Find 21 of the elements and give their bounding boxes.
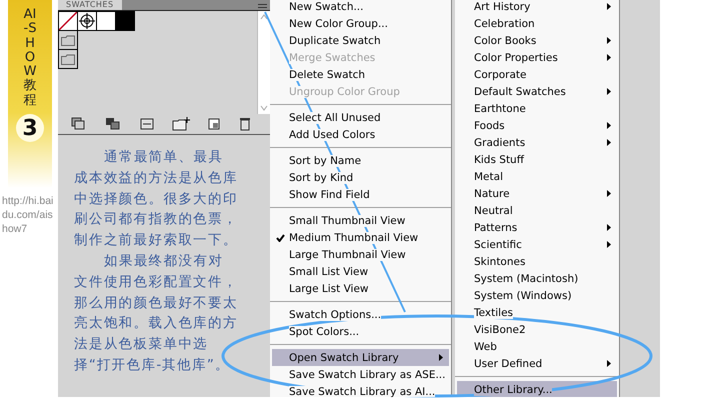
menu-item[interactable]: Other Library... (457, 381, 617, 397)
new-swatch-icon[interactable] (208, 118, 220, 130)
none-swatch[interactable] (58, 11, 78, 31)
color-swatch[interactable] (115, 11, 135, 31)
scrollbar[interactable] (257, 11, 270, 114)
menu-item[interactable]: Open Swatch Library (272, 349, 449, 366)
panel-tab[interactable]: SWATCHES (58, 0, 122, 10)
url-text: http://hi.baidu.com/aishow7 (2, 194, 54, 236)
step-number: 3 (16, 114, 44, 142)
trash-icon[interactable] (238, 117, 251, 131)
folder-icon[interactable] (61, 54, 75, 64)
libraries-icon[interactable] (71, 117, 88, 131)
new-folder-icon[interactable] (172, 117, 190, 131)
registration-swatch[interactable] (77, 11, 97, 31)
swatch-kinds-icon[interactable] (105, 117, 122, 131)
tutorial-text: 通常最简单、最具成本效益的方法是从色库中选择颜色。很多大的印刷公司都有指教的色票，制作之前最好索取一下。 如果最终都没有对文件使用色彩配置文件，那么用的颜色最好不要太亮太饱和。载入色库的方法是从色板菜单中选择“打开色库-其他库”。 (73, 148, 238, 375)
panel-menu-icon[interactable] (258, 4, 267, 9)
color-swatch[interactable] (96, 11, 116, 31)
folder-icon[interactable] (61, 34, 75, 46)
ribbon-title: AI-SHOW教程 (24, 8, 36, 108)
swatch-options-icon[interactable] (140, 118, 154, 130)
